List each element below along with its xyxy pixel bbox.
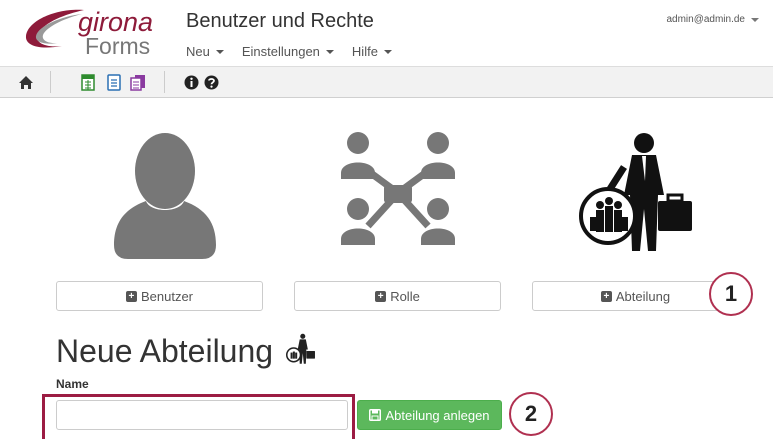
callout-marker-2: 2 [509,392,553,436]
plus-square-icon: + [375,290,387,302]
help-icon[interactable] [201,72,221,92]
toolbar-divider [164,71,165,93]
menu-einstellungen-label: Einstellungen [241,44,320,59]
plus-square-icon: + [600,290,612,302]
department-name-input[interactable] [56,400,348,430]
form-title: Neue Abteilung [56,333,316,370]
create-department-button[interactable]: Abteilung anlegen [357,400,502,430]
user-menu[interactable]: admin@admin.de [666,14,759,25]
department-manager-icon[interactable] [578,131,696,255]
logo-text-forms: Forms [85,33,151,59]
add-role-label: Rolle [390,288,420,304]
top-menu: Neu Einstellungen Hilfe [186,44,392,59]
menu-hilfe-label: Hilfe [351,44,378,59]
user-email: admin@admin.de [666,14,745,25]
document-icon[interactable] [104,72,124,92]
spreadsheet-icon[interactable] [78,72,98,92]
chevron-down-icon [325,49,334,54]
name-label: Name [56,377,89,391]
department-manager-icon [285,333,315,364]
add-user-button[interactable]: + Benutzer [56,281,263,311]
menu-neu[interactable]: Neu [186,44,224,59]
callout-number: 1 [724,281,738,306]
add-user-label: Benutzer [140,288,194,304]
toolbar [0,66,773,98]
menu-hilfe[interactable]: Hilfe [352,44,392,59]
callout-marker-1: 1 [709,272,753,316]
add-department-label: Abteilung [615,288,671,304]
chevron-down-icon [383,49,392,54]
chevron-down-icon [751,17,759,22]
page-title: Benutzer und Rechte [186,10,374,32]
home-icon[interactable] [16,72,36,92]
floppy-disk-icon [369,409,382,421]
app-header: girona Forms Benutzer und Rechte Neu Ein… [0,0,773,66]
add-department-button[interactable]: + Abteilung [532,281,739,311]
menu-neu-label: Neu [186,44,210,59]
toolbar-divider [50,71,51,93]
add-role-button[interactable]: + Rolle [294,281,501,311]
girona-forms-logo[interactable]: girona Forms [22,6,162,62]
info-icon[interactable] [181,72,201,92]
chevron-down-icon [215,49,224,54]
menu-einstellungen[interactable]: Einstellungen [242,44,334,59]
form-title-text: Neue Abteilung [56,333,274,369]
logo-text-girona: girona [78,7,154,37]
user-silhouette-icon[interactable] [110,131,220,263]
documents-icon[interactable] [128,72,148,92]
plus-square-icon: + [125,290,137,302]
callout-number: 2 [524,401,538,426]
role-network-icon[interactable] [338,131,458,256]
create-department-label: Abteilung anlegen [385,407,490,423]
